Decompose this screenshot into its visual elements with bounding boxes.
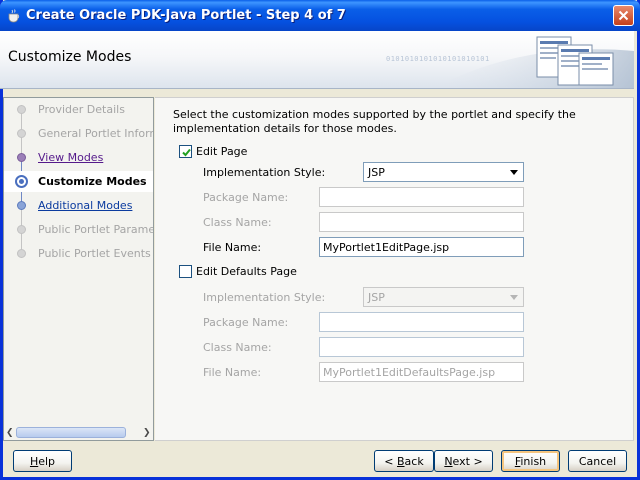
nav-item-public-portlet-parameters: Public Portlet Parameter <box>4 219 153 240</box>
edit-defaults-file-name-field: MyPortlet1EditDefaultsPage.jsp <box>319 362 524 382</box>
wizard-steps-nav: Provider Details General Portlet Informa… <box>3 97 154 441</box>
impl-style-label: Implementation Style: <box>203 166 326 179</box>
step-dot-icon <box>17 249 26 258</box>
current-step-icon <box>15 175 28 188</box>
help-button[interactable]: Help <box>13 450 72 472</box>
nav-item-public-portlet-events: Public Portlet Events <box>4 243 153 264</box>
edit-page-checkbox-row[interactable]: Edit Page <box>179 145 247 158</box>
class-name-label: Class Name: <box>203 216 272 229</box>
step-dot-icon <box>17 225 26 234</box>
close-icon <box>618 10 629 21</box>
defaults-file-name-label: File Name: <box>203 366 262 379</box>
edit-page-class-name-field <box>319 212 524 232</box>
edit-defaults-impl-style-select: JSP <box>363 287 524 307</box>
page-title: Customize Modes <box>8 49 132 65</box>
edit-page-file-name-field[interactable]: MyPortlet1EditPage.jsp <box>319 237 524 257</box>
scroll-right-icon[interactable]: ❯ <box>143 428 151 438</box>
nav-item-label[interactable]: View Modes <box>38 151 103 164</box>
edit-page-impl-style-select[interactable]: JSP <box>363 162 524 182</box>
defaults-package-name-label: Package Name: <box>203 316 289 329</box>
header-banner: Customize Modes 0101010101010101010101 <box>0 31 634 89</box>
step-dot-icon <box>17 153 26 162</box>
oracle-cup-icon <box>8 9 20 23</box>
select-value: JSP <box>368 166 385 179</box>
edit-page-package-name-field <box>319 187 524 207</box>
edit-defaults-label: Edit Defaults Page <box>196 265 297 278</box>
chevron-down-icon <box>510 170 518 175</box>
nav-item-label[interactable]: Additional Modes <box>38 199 132 212</box>
file-name-label: File Name: <box>203 241 262 254</box>
title-bar[interactable]: Create Oracle PDK-Java Portlet - Step 4 … <box>0 0 640 31</box>
nav-item-label: General Portlet Informat <box>38 127 153 140</box>
select-value: JSP <box>368 291 385 304</box>
nav-item-provider-details: Provider Details <box>4 99 153 120</box>
checkmark-icon <box>182 148 191 157</box>
edit-page-label: Edit Page <box>196 145 248 158</box>
nav-item-general-portlet-info: General Portlet Informat <box>4 123 153 144</box>
close-button[interactable] <box>613 5 634 26</box>
nav-item-view-modes[interactable]: View Modes <box>4 147 153 168</box>
finish-button[interactable]: Finish <box>501 450 560 472</box>
nav-item-label: Public Portlet Events <box>38 247 151 260</box>
nav-item-label: Public Portlet Parameter <box>38 223 153 236</box>
next-button[interactable]: Next > <box>434 450 493 472</box>
cancel-button[interactable]: Cancel <box>568 450 627 472</box>
chevron-down-icon <box>510 295 518 300</box>
step-dot-icon <box>17 201 26 210</box>
step-dot-icon <box>17 105 26 114</box>
package-name-label: Package Name: <box>203 191 289 204</box>
scrollbar-thumb[interactable] <box>16 427 126 438</box>
edit-defaults-class-name-field <box>319 337 524 357</box>
edit-page-checkbox[interactable] <box>179 145 192 158</box>
instructions-text: Select the customization modes supported… <box>173 108 576 135</box>
nav-item-label: Provider Details <box>38 103 125 116</box>
edit-defaults-checkbox-row[interactable]: Edit Defaults Page <box>179 265 297 278</box>
back-button[interactable]: < Back <box>374 450 434 472</box>
defaults-impl-style-label: Implementation Style: <box>203 291 326 304</box>
nav-item-label: Customize Modes <box>38 175 147 188</box>
window-title: Create Oracle PDK-Java Portlet - Step 4 … <box>26 8 346 23</box>
nav-horizontal-scrollbar[interactable]: ❮ ❯ <box>4 425 153 440</box>
main-panel: Select the customization modes supported… <box>155 97 634 441</box>
scroll-left-icon[interactable]: ❮ <box>6 428 14 438</box>
edit-defaults-package-name-field <box>319 312 524 332</box>
defaults-class-name-label: Class Name: <box>203 341 272 354</box>
nav-item-additional-modes[interactable]: Additional Modes <box>4 195 153 216</box>
nav-item-customize-modes[interactable]: Customize Modes <box>4 171 153 192</box>
step-dot-icon <box>17 129 26 138</box>
edit-defaults-checkbox[interactable] <box>179 265 192 278</box>
wizard-graphic-icon <box>433 36 634 88</box>
